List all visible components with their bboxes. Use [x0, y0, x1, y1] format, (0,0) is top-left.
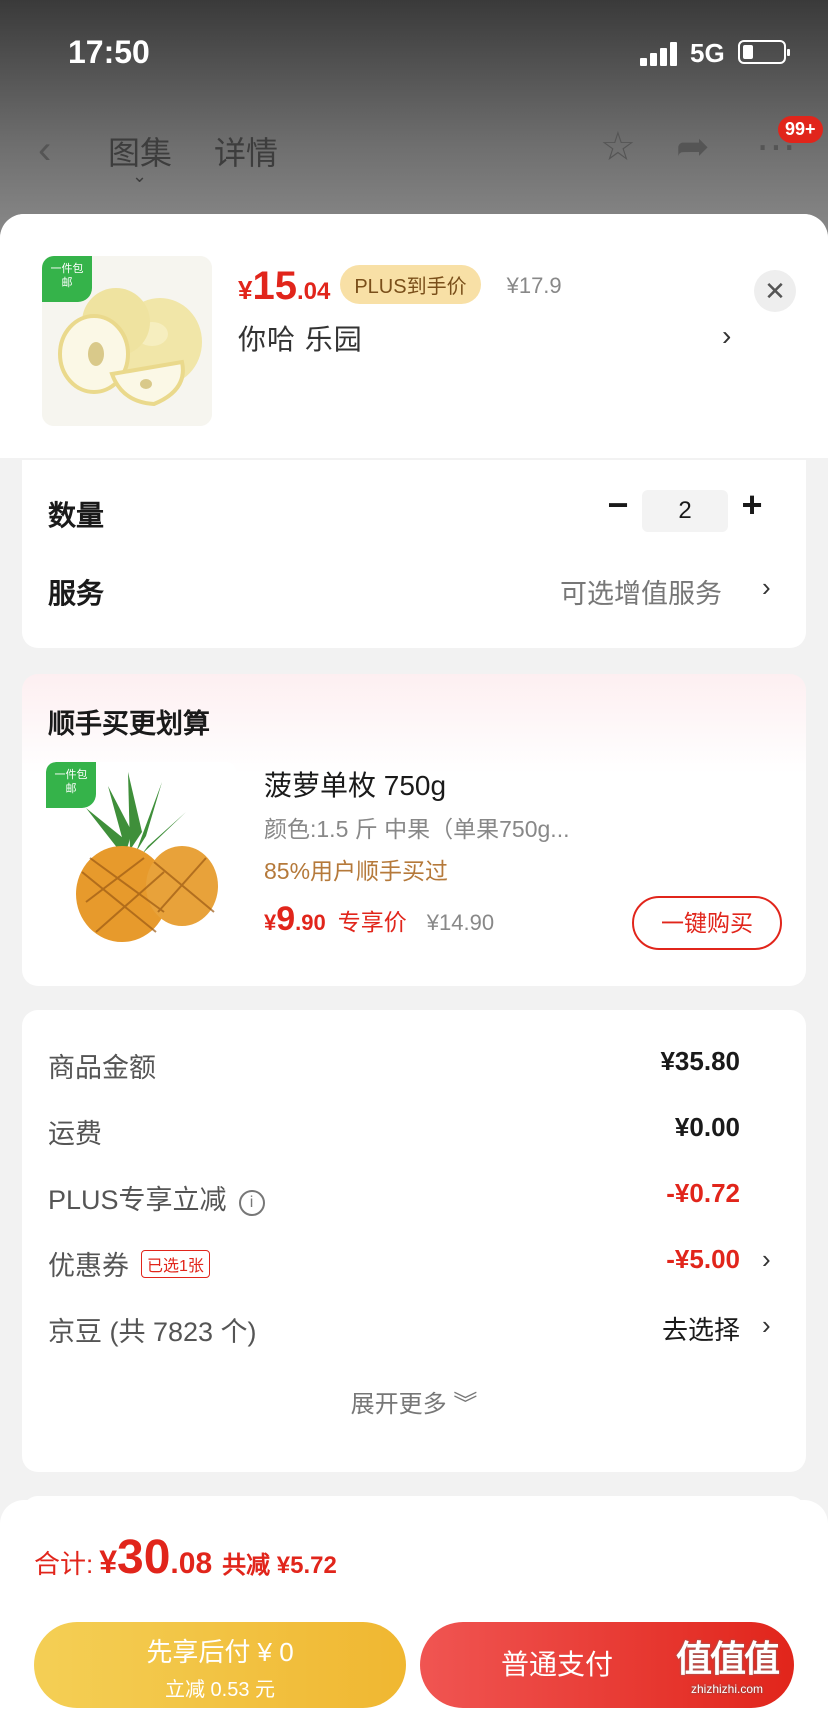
battery-icon: [738, 40, 790, 64]
upsell-card: 顺手买更划算 一件包邮 菠萝单枚 750g 颜色:1.5 斤 中果（单果750g…: [22, 674, 806, 986]
exclusive-price-label: 专享价: [337, 909, 407, 935]
summary-row-goods: 商品金额 ¥35.80: [48, 1046, 740, 1083]
upsell-title: 顺手买更划算: [48, 709, 210, 739]
upsell-original-price: ¥14.90: [426, 910, 495, 935]
signal-icon: [640, 42, 678, 66]
share-icon[interactable]: ➦: [676, 124, 710, 170]
network-label: 5G: [690, 38, 725, 68]
order-summary-card: 商品金额 ¥35.80 运费 ¥0.00 PLUS专享立减 i -¥0.72 优惠…: [22, 1010, 806, 1472]
back-icon[interactable]: ‹: [38, 128, 51, 173]
upsell-thumbnail[interactable]: 一件包邮: [46, 762, 236, 952]
service-option[interactable]: 可选增值服务: [560, 572, 722, 611]
quantity-minus-button[interactable]: −: [600, 486, 636, 526]
service-label: 服务: [48, 578, 105, 609]
current-price: ¥15.04: [238, 264, 331, 308]
message-badge: 99+: [778, 116, 823, 143]
total-savings: 共减 ¥5.72: [222, 1552, 337, 1579]
close-button[interactable]: ✕: [754, 270, 796, 312]
upsell-price: ¥9.90 专享价 ¥14.90: [264, 900, 495, 938]
quantity-plus-button[interactable]: +: [734, 486, 770, 526]
upsell-name[interactable]: 菠萝单枚 750g: [264, 764, 446, 804]
tab-detail[interactable]: 详情: [214, 128, 278, 174]
chevron-right-icon[interactable]: ›: [762, 572, 771, 603]
order-total: 合计: ¥ 30 .08 共减 ¥5.72: [34, 1531, 337, 1584]
summary-row-jingdou[interactable]: 京豆 (共 7823 个) 去选择 ›: [22, 1310, 806, 1350]
checkout-footer: 合计: ¥ 30 .08 共减 ¥5.72 先享后付 ¥ 0 立减 0.53 元…: [0, 1500, 828, 1720]
upsell-spec: 颜色:1.5 斤 中果（单果750g...: [264, 816, 570, 842]
product-thumbnail: 一件包邮: [42, 256, 212, 426]
sheet-header: 一件包邮 ¥15.04 PLUS到手价 ¥17.9 你哈 乐园 › ✕: [0, 214, 828, 458]
original-price: ¥17.9: [506, 273, 562, 298]
quantity-service-card: 数量 − 2 + 服务 可选增值服务 ›: [22, 460, 806, 648]
price-row: ¥15.04 PLUS到手价 ¥17.9: [238, 264, 562, 314]
product-nav: ‹ 图集 ⌄ 详情 ☆ ➦ ⋯ 99+: [0, 110, 828, 190]
tab-indicator: ⌄: [132, 166, 148, 186]
coupon-selected-tag: 已选1张: [141, 1250, 210, 1278]
star-icon[interactable]: ☆: [600, 124, 636, 170]
chevron-right-icon: ›: [762, 1244, 771, 1274]
summary-row-shipping: 运费 ¥0.00: [48, 1112, 740, 1149]
quantity-input[interactable]: 2: [642, 490, 728, 532]
chevron-right-icon: ›: [762, 1310, 771, 1340]
free-shipping-tag: 一件包邮: [42, 256, 92, 302]
quantity-label: 数量: [48, 500, 105, 531]
pay-later-button[interactable]: 先享后付 ¥ 0 立减 0.53 元: [34, 1622, 406, 1708]
expand-more-button[interactable]: 展开更多 ︾: [22, 1384, 806, 1419]
free-shipping-tag: 一件包邮: [46, 762, 96, 808]
selected-spec[interactable]: 你哈 乐园: [238, 318, 363, 358]
status-time: 17:50: [68, 34, 150, 70]
summary-row-plus-discount: PLUS专享立减 i -¥0.72: [48, 1178, 740, 1216]
summary-row-coupon[interactable]: 优惠券 已选1张 -¥5.00 ›: [22, 1244, 806, 1284]
purchase-sheet: 一件包邮 ¥15.04 PLUS到手价 ¥17.9 你哈 乐园 › ✕ 数量 −…: [0, 214, 828, 1720]
upsell-popularity: 85%用户顺手买过: [264, 858, 449, 884]
chevron-right-icon[interactable]: ›: [722, 320, 731, 352]
info-icon[interactable]: i: [238, 1190, 265, 1216]
one-click-buy-button[interactable]: 一键购买: [632, 896, 782, 950]
plus-price-tag: PLUS到手价: [340, 265, 481, 304]
status-bar: 17:50 5G: [0, 0, 828, 100]
watermark-logo: 值值值 zhizhizhi.com: [676, 1638, 780, 1696]
